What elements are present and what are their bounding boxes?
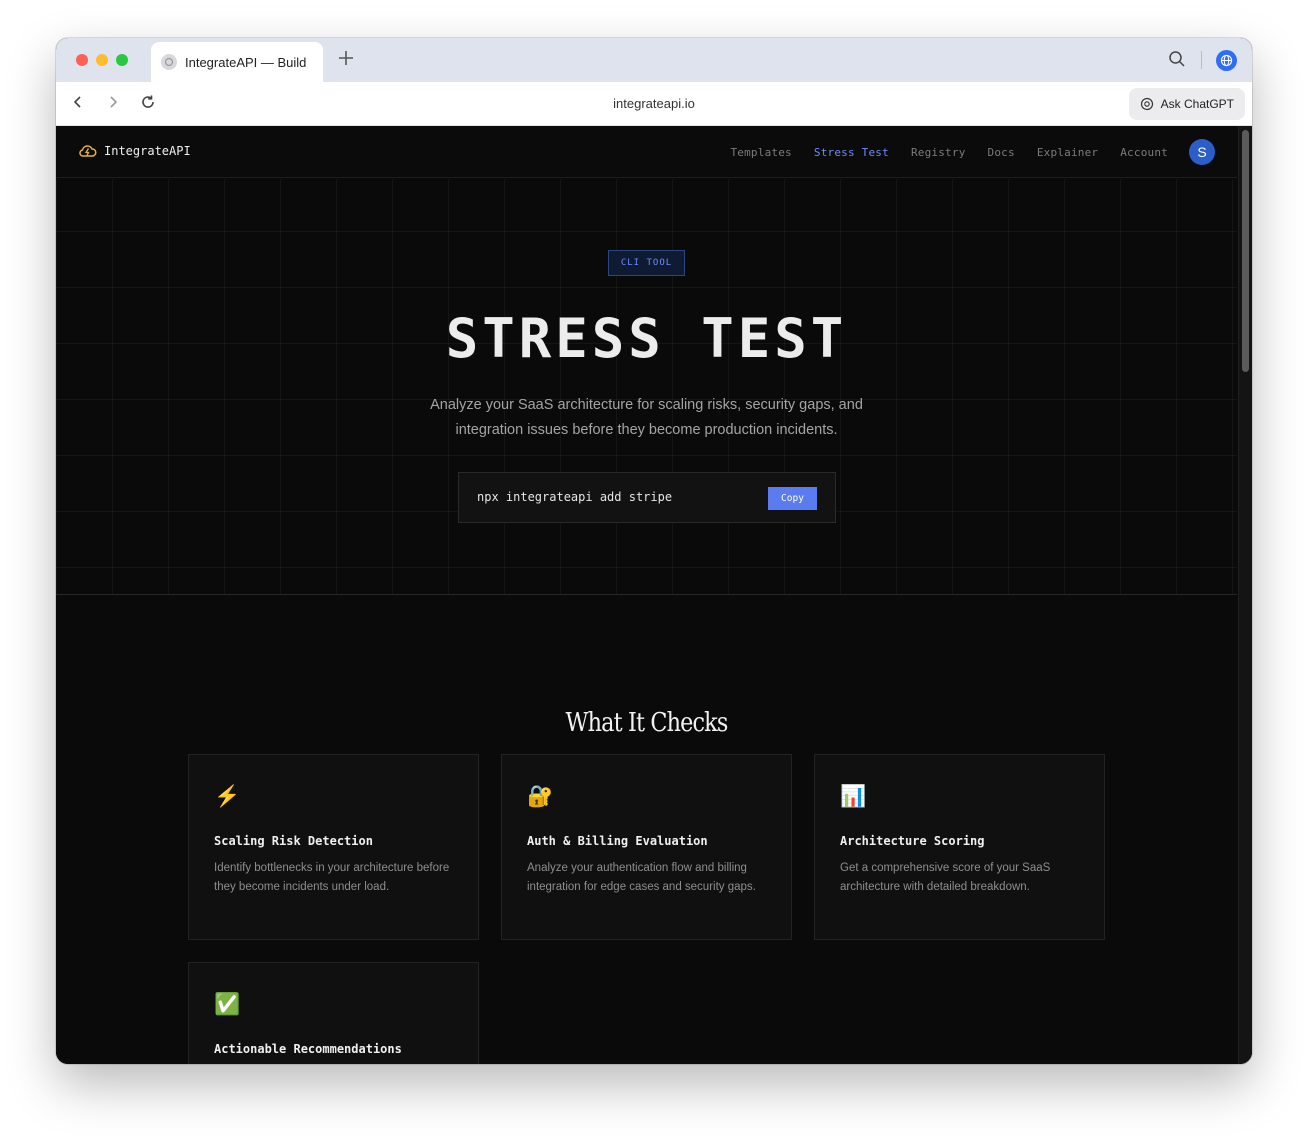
- install-command[interactable]: npx integrateapi add stripe: [477, 490, 672, 504]
- feature-card-description: Identify bottlenecks in your architectur…: [214, 862, 450, 893]
- tab-bar: IntegrateAPI — Build: [56, 38, 1252, 82]
- maximize-window-button[interactable]: [116, 54, 128, 66]
- feature-card-title: Auth & Billing Evaluation: [527, 834, 708, 848]
- browser-tab[interactable]: IntegrateAPI — Build: [151, 42, 323, 82]
- ask-chatgpt-button[interactable]: Ask ChatGPT: [1128, 88, 1245, 120]
- scrollbar-thumb[interactable]: [1242, 130, 1249, 372]
- page-title: STRESS TEST: [445, 307, 848, 370]
- lightning-icon: ⚡: [214, 785, 241, 808]
- plus-icon[interactable]: [338, 48, 354, 70]
- nav-account[interactable]: Account: [1120, 146, 1168, 159]
- logo-text: IntegrateAPI: [104, 144, 191, 158]
- cli-tool-badge: CLI TOOL: [608, 250, 685, 276]
- site-header: IntegrateAPI Templates Stress Test Regis…: [56, 126, 1237, 178]
- main-nav: Templates Stress Test Registry Docs Expl…: [708, 146, 1168, 159]
- avatar[interactable]: S: [1189, 139, 1215, 165]
- toolbar-divider: [1201, 51, 1202, 69]
- feature-card: ✅ Actionable Recommendations: [188, 962, 479, 1064]
- address-bar: integrateapi.io Ask ChatGPT: [56, 82, 1252, 126]
- nav-templates[interactable]: Templates: [730, 146, 791, 159]
- page-viewport: IntegrateAPI Templates Stress Test Regis…: [56, 126, 1252, 1064]
- browser-window: IntegrateAPI — Build integrateapi.io Ask…: [56, 38, 1252, 1064]
- feature-card-title: Actionable Recommendations: [214, 1042, 402, 1056]
- close-window-button[interactable]: [76, 54, 88, 66]
- section-title: What It Checks: [565, 708, 728, 738]
- command-box: npx integrateapi add stripe Copy: [458, 472, 836, 523]
- scrollbar[interactable]: [1238, 126, 1252, 1064]
- feature-card: 📊 Architecture Scoring Get a comprehensi…: [814, 754, 1105, 940]
- cloud-bolt-icon: [79, 145, 97, 157]
- nav-docs[interactable]: Docs: [988, 146, 1015, 159]
- feature-card-description: Get a comprehensive score of your SaaS a…: [840, 862, 1051, 893]
- feature-card-title: Architecture Scoring: [840, 834, 985, 848]
- site-logo[interactable]: IntegrateAPI: [79, 143, 191, 159]
- tab-title: IntegrateAPI — Build: [185, 54, 307, 70]
- check-mark-icon: ✅: [214, 993, 241, 1016]
- ask-chatgpt-label: Ask ChatGPT: [1160, 97, 1234, 111]
- lock-key-icon: 🔐: [527, 785, 554, 808]
- favicon-icon: [161, 54, 177, 70]
- hero-section: CLI TOOL STRESS TEST Analyze your SaaS a…: [56, 179, 1237, 595]
- feature-card-description: Analyze your authentication flow and bil…: [527, 862, 756, 893]
- chatgpt-icon: [1140, 97, 1153, 111]
- feature-card: 🔐 Auth & Billing Evaluation Analyze your…: [501, 754, 792, 940]
- globe-icon[interactable]: [1216, 50, 1237, 71]
- hero-subtitle: Analyze your SaaS architecture for scali…: [396, 393, 897, 443]
- nav-stress-test[interactable]: Stress Test: [814, 146, 889, 159]
- feature-card: ⚡ Scaling Risk Detection Identify bottle…: [188, 754, 479, 940]
- copy-button[interactable]: Copy: [768, 487, 817, 510]
- nav-registry[interactable]: Registry: [911, 146, 966, 159]
- nav-explainer[interactable]: Explainer: [1037, 146, 1098, 159]
- minimize-window-button[interactable]: [96, 54, 108, 66]
- feature-card-title: Scaling Risk Detection: [214, 834, 373, 848]
- hero-subtitle-line-2: integration issues before they become pr…: [455, 422, 838, 438]
- search-icon[interactable]: [1168, 50, 1188, 70]
- hero-subtitle-line-1: Analyze your SaaS architecture for scali…: [430, 397, 863, 413]
- url-field[interactable]: integrateapi.io: [56, 96, 1252, 111]
- bar-chart-icon: 📊: [840, 785, 867, 808]
